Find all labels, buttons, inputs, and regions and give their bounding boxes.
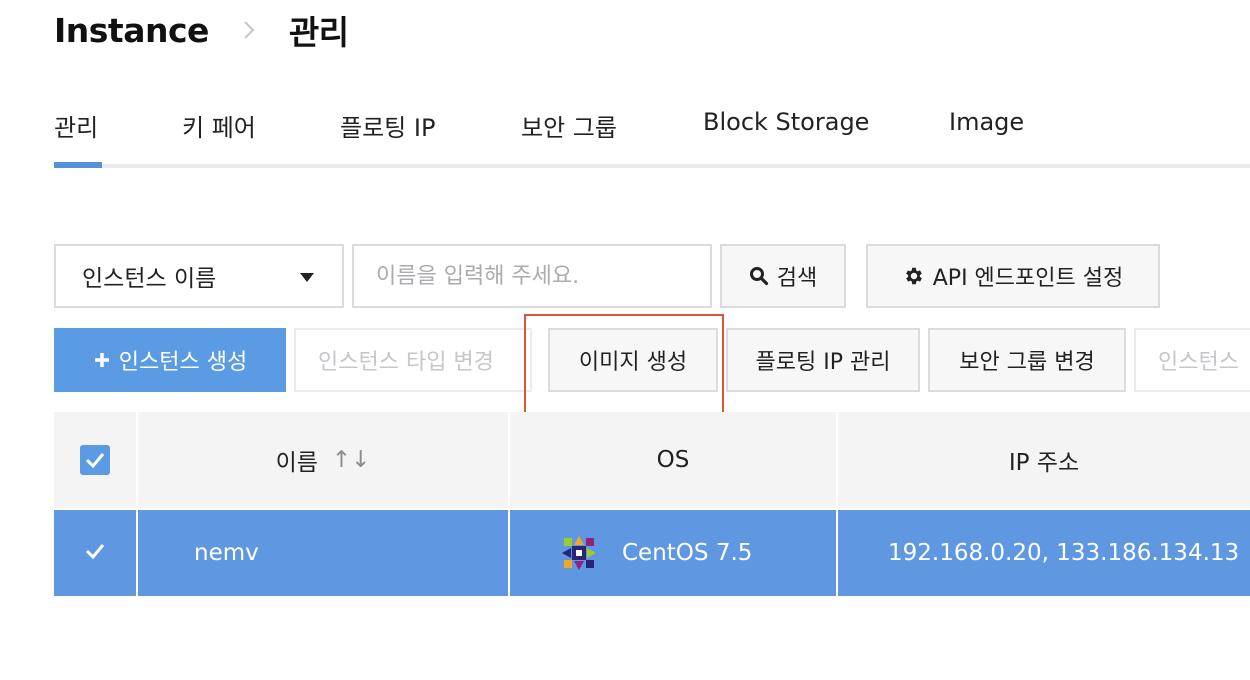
search-button[interactable]: 검색 [720,244,846,308]
create-image-label: 이미지 생성 [578,350,688,375]
manage-floating-ip-label: 플로팅 IP 관리 [755,350,891,375]
caret-down-icon [300,273,314,282]
change-instance-type-label: 인스턴스 타입 변경 [318,350,494,375]
api-endpoint-button-label: API 엔드포인트 설정 [932,266,1124,291]
tab-block-storage[interactable]: Block Storage [703,108,869,136]
column-header-os-label: OS [656,447,690,473]
active-tab-indicator [54,162,102,168]
row-checkbox[interactable] [54,510,138,596]
select-all-header [54,412,138,508]
search-input[interactable] [352,244,712,308]
more-instance-actions-button[interactable]: 인스턴스 [1134,328,1250,392]
column-header-os: OS [510,412,838,508]
instance-ip: 192.168.0.20, 133.186.134.13 [888,540,1240,566]
change-instance-type-button[interactable]: 인스턴스 타입 변경 [294,328,532,392]
page-title: 관리 [288,13,349,52]
select-all-checkbox[interactable] [80,445,110,475]
tab-image[interactable]: Image [949,108,1024,136]
search-icon [749,266,769,286]
sort-icon[interactable]: ↑↓ [332,447,371,473]
manage-floating-ip-button[interactable]: 플로팅 IP 관리 [726,328,920,392]
tab-security-group[interactable]: 보안 그룹 [521,108,617,143]
breadcrumb-root[interactable]: Instance [54,11,209,50]
create-instance-button[interactable]: 인스턴스 생성 [54,328,286,392]
create-instance-label: 인스턴스 생성 [118,350,248,375]
tab-bar: 관리 키 페어 플로팅 IP 보안 그룹 Block Storage Image [54,100,1250,168]
change-security-group-label: 보안 그룹 변경 [959,350,1095,375]
table-row[interactable]: nemv CentOS 7.5 192.168.0.20, 133.186.13… [54,510,1250,596]
cell-name[interactable]: nemv [138,510,510,596]
column-header-ip-label: IP 주소 [1008,450,1080,476]
instance-os: CentOS 7.5 [622,540,753,566]
gear-icon [903,265,925,287]
tab-key-pair[interactable]: 키 페어 [182,108,256,143]
search-field-selected-label: 인스턴스 이름 [82,266,217,292]
plus-icon [93,351,111,369]
cell-ip: 192.168.0.20, 133.186.134.13 [838,510,1250,596]
cell-os: CentOS 7.5 [510,510,838,596]
api-endpoint-button[interactable]: API 엔드포인트 설정 [866,244,1160,308]
search-field-select[interactable]: 인스턴스 이름 [54,244,344,308]
column-header-name-label: 이름 [275,450,318,476]
instance-name: nemv [194,540,259,566]
search-button-label: 검색 [776,266,818,291]
change-security-group-button[interactable]: 보안 그룹 변경 [928,328,1126,392]
check-icon [84,540,106,566]
column-header-ip: IP 주소 [838,412,1250,508]
tab-floating-ip[interactable]: 플로팅 IP [340,108,435,143]
tab-management[interactable]: 관리 [54,108,98,143]
column-header-name[interactable]: 이름 ↑↓ [138,412,510,508]
table-header: 이름 ↑↓ OS IP 주소 [54,412,1250,508]
breadcrumb: Instance 관리 [54,8,349,53]
more-instance-actions-label: 인스턴스 [1158,350,1239,375]
create-image-button[interactable]: 이미지 생성 [548,328,718,392]
chevron-right-icon [231,19,267,41]
centos-logo-icon [560,534,598,572]
